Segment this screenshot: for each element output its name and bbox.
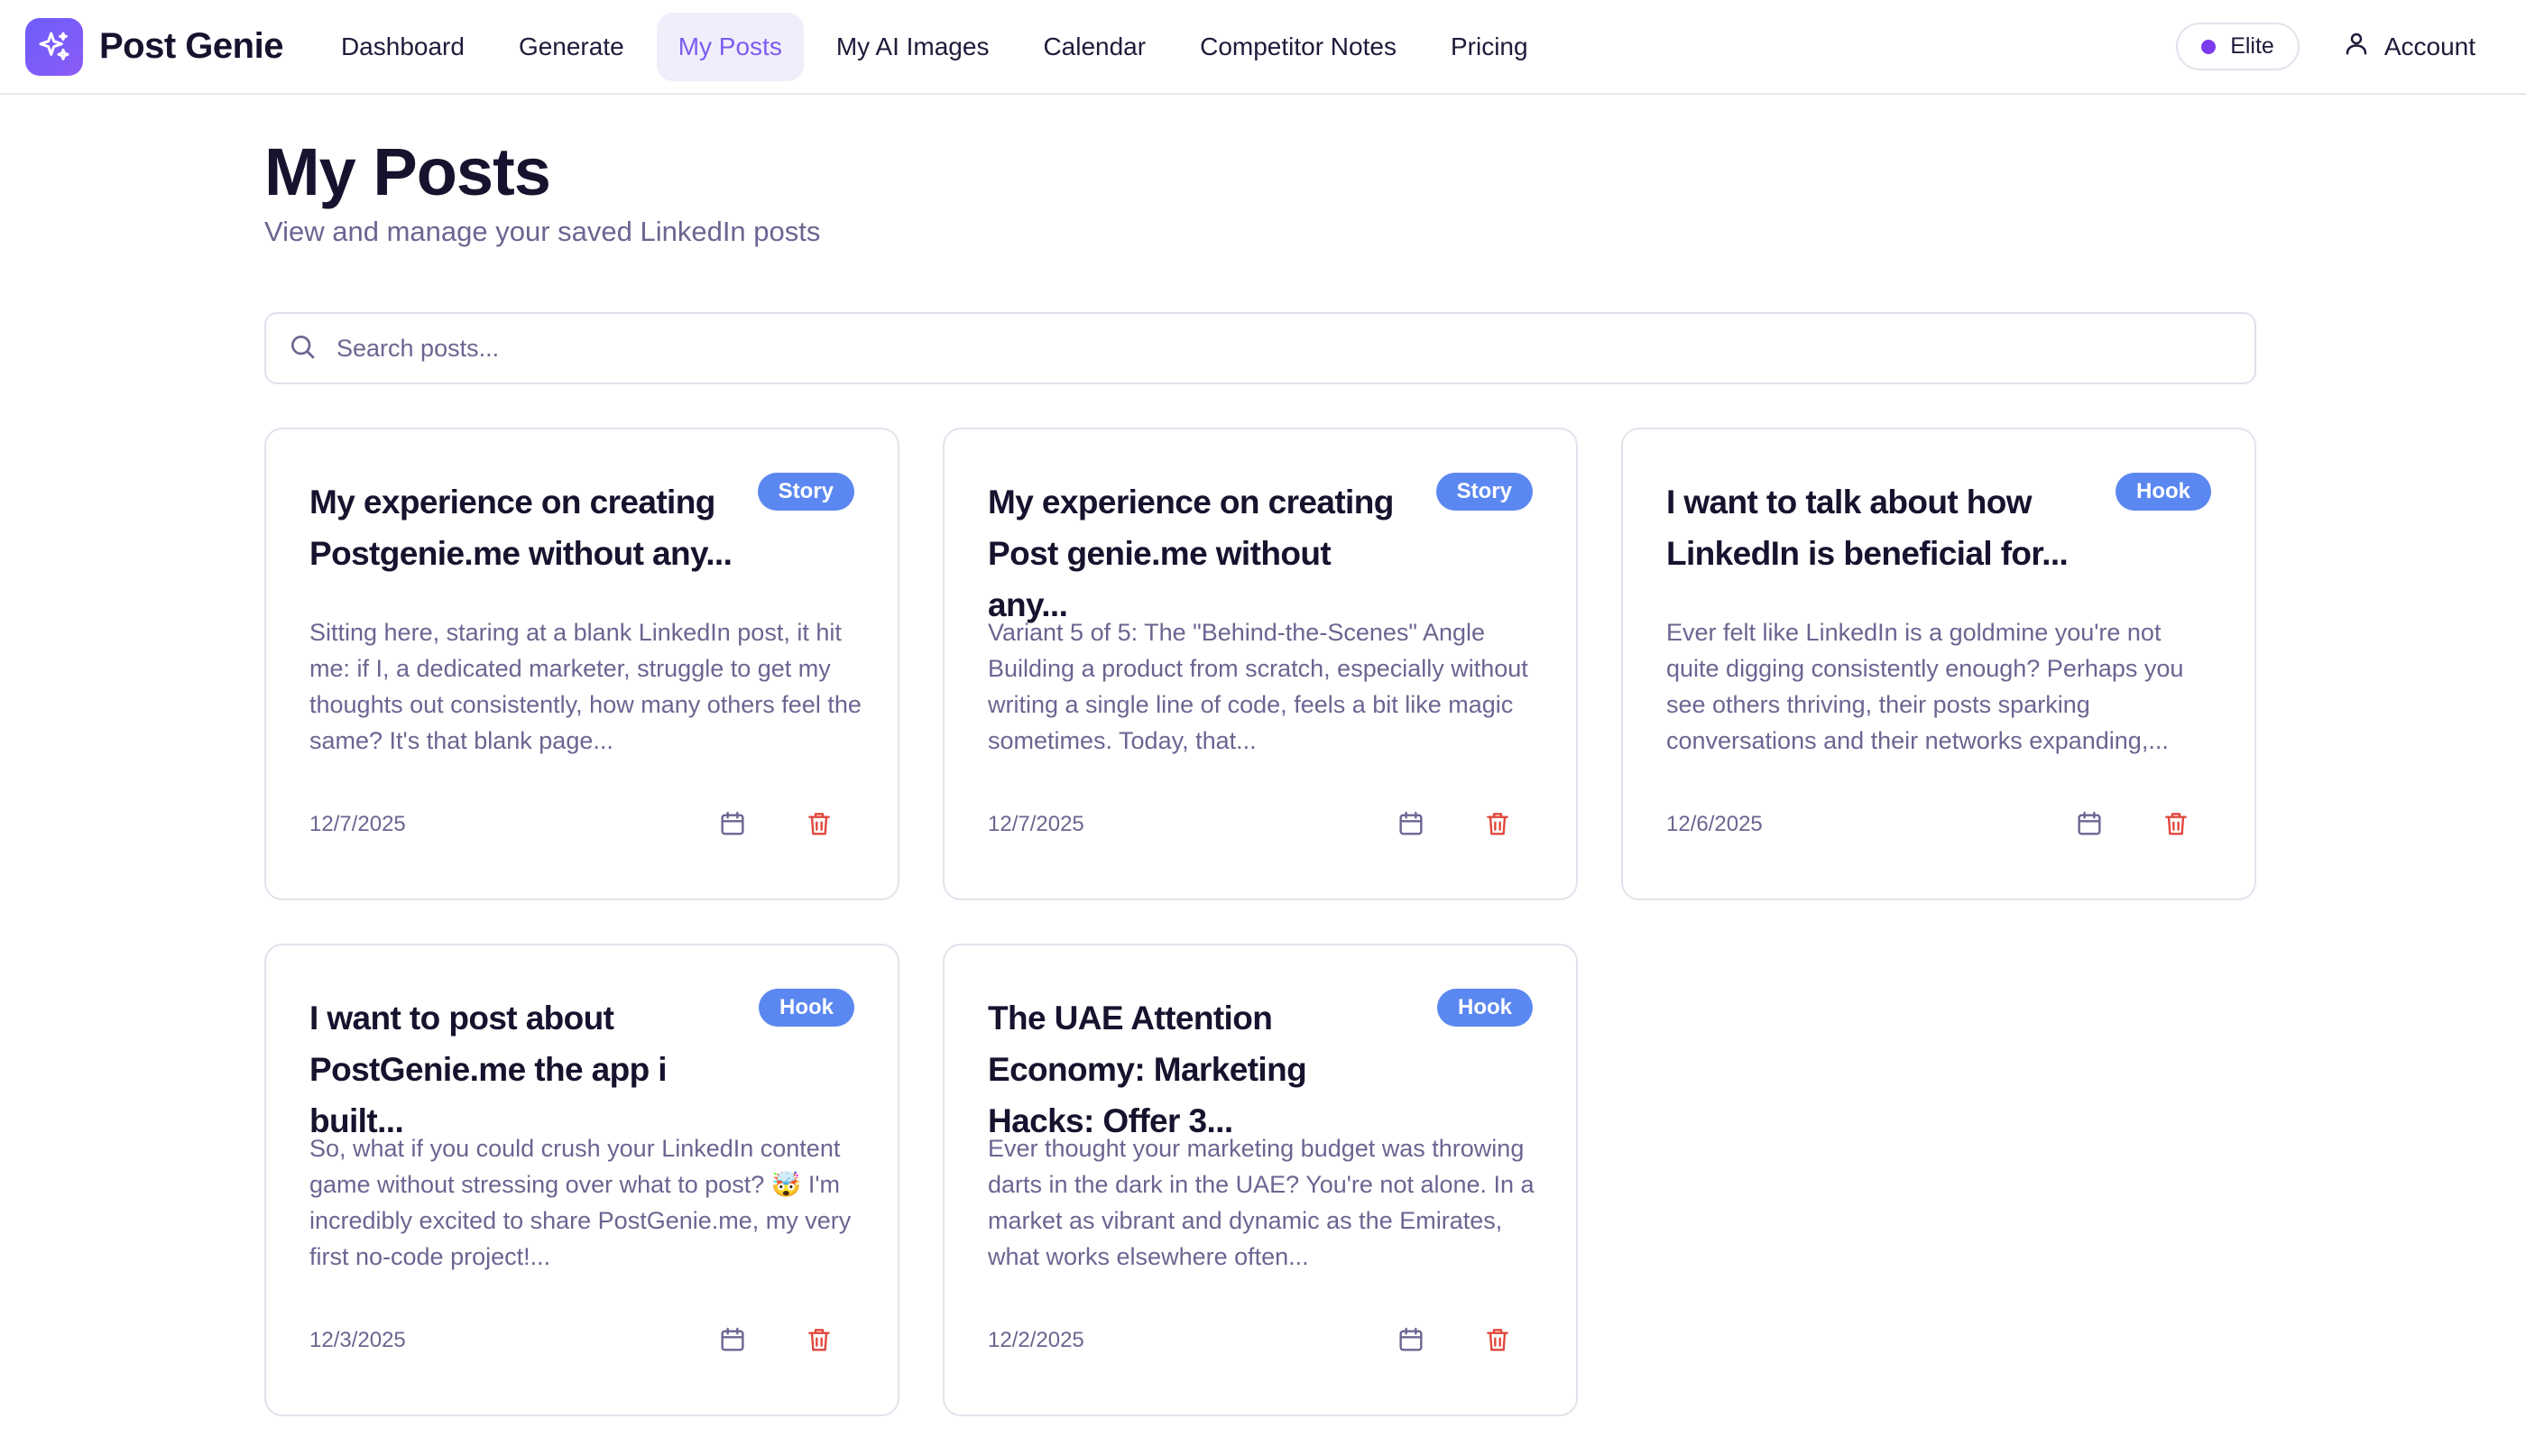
post-card[interactable]: My experience on creating Post genie.me … [943, 428, 1578, 900]
calendar-icon[interactable] [717, 808, 748, 839]
account-label: Account [2383, 32, 2475, 60]
calendar-icon[interactable] [2074, 808, 2105, 839]
plan-label: Elite [2230, 33, 2274, 59]
plan-badge[interactable]: Elite [2176, 23, 2300, 70]
post-date: 12/7/2025 [988, 812, 1084, 836]
post-actions [1396, 808, 1513, 839]
post-date: 12/3/2025 [309, 1328, 406, 1352]
post-excerpt: Ever thought your marketing budget was t… [988, 1135, 1535, 1270]
user-icon [2343, 30, 2370, 63]
nav-competitor-notes[interactable]: Competitor Notes [1178, 13, 1418, 81]
post-title: I want to post about PostGenie.me the ap… [309, 1000, 668, 1139]
nav-generate[interactable]: Generate [497, 13, 646, 81]
post-actions [717, 808, 834, 839]
post-actions [2074, 808, 2191, 839]
calendar-icon[interactable] [1396, 808, 1426, 839]
post-title: I want to talk about how LinkedIn is ben… [1666, 484, 2069, 572]
page-subtitle: View and manage your saved LinkedIn post… [264, 216, 821, 247]
trash-icon[interactable] [1482, 808, 1513, 839]
nav-calendar[interactable]: Calendar [1021, 13, 1167, 81]
post-tag: Hook [2116, 473, 2211, 511]
brand[interactable]: Post Genie [25, 17, 283, 76]
nav-dashboard[interactable]: Dashboard [319, 13, 486, 81]
post-tag: Story [1435, 473, 1533, 511]
post-title: The UAE Attention Economy: Marketing Hac… [988, 1000, 1307, 1139]
trash-icon[interactable] [804, 1324, 834, 1355]
post-date: 12/2/2025 [988, 1328, 1084, 1352]
post-excerpt: Ever felt like LinkedIn is a goldmine yo… [1666, 619, 2184, 754]
calendar-icon[interactable] [717, 1324, 748, 1355]
post-date: 12/7/2025 [309, 812, 406, 836]
plan-dot-icon [2201, 39, 2217, 54]
post-excerpt: Sitting here, staring at a blank LinkedI… [309, 619, 862, 754]
post-tag: Story [757, 473, 854, 511]
trash-icon[interactable] [1482, 1324, 1513, 1355]
search-input[interactable] [336, 334, 2141, 363]
post-date: 12/6/2025 [1666, 812, 1763, 836]
trash-icon[interactable] [804, 808, 834, 839]
trash-icon[interactable] [2161, 808, 2191, 839]
sparkle-icon [25, 17, 83, 76]
post-tag: Hook [759, 989, 854, 1027]
nav-my-posts[interactable]: My Posts [656, 12, 804, 81]
post-excerpt: Variant 5 of 5: The "Behind-the-Scenes" … [988, 619, 1528, 754]
search-bar[interactable] [264, 312, 2256, 384]
post-card[interactable]: I want to post about PostGenie.me the ap… [264, 944, 899, 1416]
post-actions [1396, 1324, 1513, 1355]
search-icon [288, 332, 317, 365]
nav-right: Elite Account [2176, 23, 2501, 70]
post-title: My experience on creating Postgenie.me w… [309, 484, 733, 572]
account-button[interactable]: Account [2343, 30, 2501, 63]
nav-links: Dashboard Generate My Posts My AI Images… [319, 12, 1550, 81]
post-excerpt: So, what if you could crush your LinkedI… [309, 1135, 852, 1270]
post-card[interactable]: I want to talk about how LinkedIn is ben… [1621, 428, 2256, 900]
post-card[interactable]: My experience on creating Postgenie.me w… [264, 428, 899, 900]
calendar-icon[interactable] [1396, 1324, 1426, 1355]
page-title: My Posts [264, 134, 551, 209]
post-actions [717, 1324, 834, 1355]
post-card[interactable]: The UAE Attention Economy: Marketing Hac… [943, 944, 1578, 1416]
post-title: My experience on creating Post genie.me … [988, 484, 1394, 623]
nav-my-ai-images[interactable]: My AI Images [815, 13, 1011, 81]
nav-pricing[interactable]: Pricing [1429, 13, 1550, 81]
post-tag: Hook [1437, 989, 1533, 1027]
top-navbar: Post Genie Dashboard Generate My Posts M… [0, 0, 2526, 95]
brand-name: Post Genie [99, 26, 283, 66]
